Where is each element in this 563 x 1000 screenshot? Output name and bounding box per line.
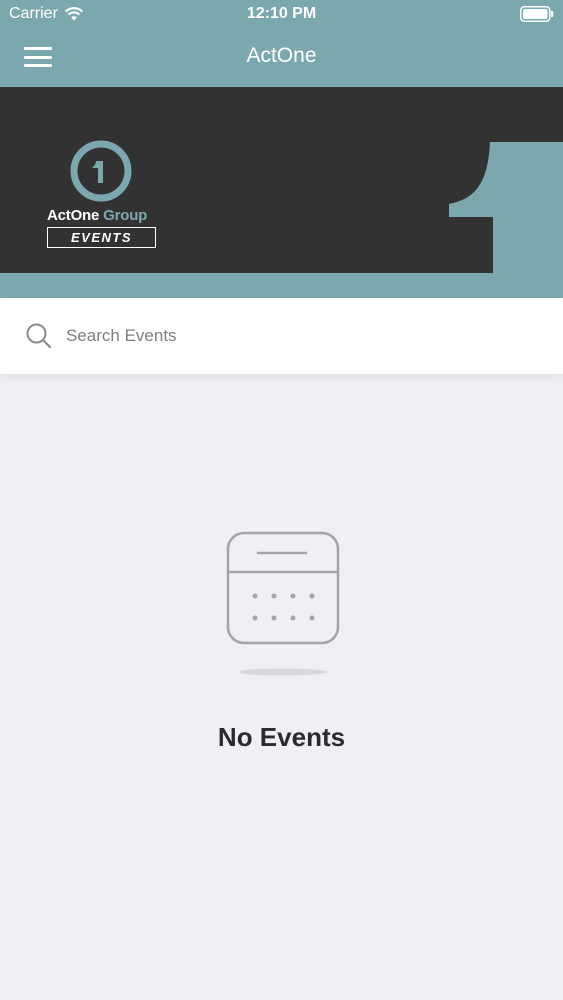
calendar-icon: [226, 531, 340, 676]
battery-icon: [520, 6, 554, 22]
nav-title: ActOne: [246, 44, 317, 67]
logo-name: ActOne Group: [47, 207, 147, 224]
logo-circle-one-icon: [70, 140, 132, 202]
actone-group-logo: ActOne Group EVENTS: [46, 139, 161, 251]
navigation-bar: Carrier 12:10 PM ActOne: [0, 0, 563, 87]
search-bar[interactable]: [0, 298, 563, 374]
empty-state-label: No Events: [217, 722, 346, 752]
logo-events-label: EVENTS: [47, 227, 156, 248]
logo-name-main: ActOne: [47, 207, 100, 224]
search-icon: [26, 323, 52, 349]
header-banner: ActOne Group EVENTS: [0, 87, 563, 298]
status-time: 12:10 PM: [246, 5, 317, 22]
search-input[interactable]: [66, 320, 536, 352]
logo-name-group: Group: [103, 207, 148, 224]
